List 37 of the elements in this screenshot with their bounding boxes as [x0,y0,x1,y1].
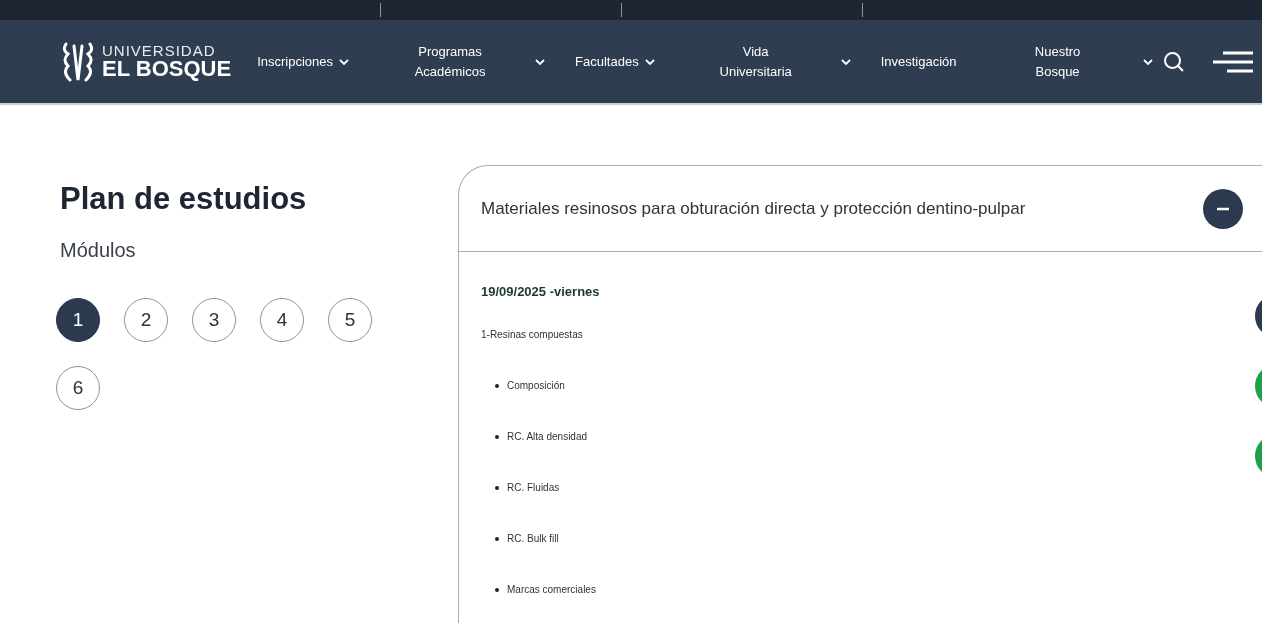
bullet-icon [495,536,499,541]
menu-icon[interactable] [1212,49,1253,74]
chevron-down-icon[interactable] [339,57,350,66]
collapse-button[interactable] [1203,188,1243,229]
chevron-down-icon[interactable] [535,57,546,66]
list-item: RC. Alta densidad [507,431,588,442]
logo-text: UNIVERSIDAD [102,43,217,58]
chevron-down-icon[interactable] [1142,57,1153,66]
module-tab[interactable]: 4 [260,298,304,342]
logo-title: EL BOSQUE [102,58,232,80]
list-item: RC. Bulk fill [507,533,559,544]
list-item: Marcas comerciales [507,584,596,595]
list-item: RC. Fluidas [507,482,560,493]
section-subtitle: Módulos [60,239,137,262]
nav-link[interactable]: Investigación [880,51,957,72]
chevron-down-icon[interactable] [840,57,851,66]
nav-link[interactable]: Vida Universitaria [710,41,801,82]
bullet-icon [495,383,499,388]
module-tab[interactable]: 3 [192,298,236,342]
module-tab[interactable]: 2 [124,298,168,342]
section-title: Plan de estudios [60,181,308,217]
session-date: 19/09/2025 -viernes [481,284,601,299]
bullet-icon [495,485,499,490]
search-icon[interactable] [1162,50,1185,73]
chevron-down-icon[interactable] [644,57,655,66]
nav-link[interactable]: Facultades [575,51,639,72]
module-tab[interactable]: 5 [328,298,372,342]
bullet-icon [495,434,499,439]
nav-link[interactable]: Inscripciones [257,51,334,72]
list-item: Composición [507,380,565,391]
module-tab[interactable]: 6 [56,366,100,410]
bullet-icon [495,587,499,592]
accordion-title[interactable]: Materiales resinosos para obturación directa y protección dentino-pulpar [481,198,1026,219]
topic-text: 1-Resinas compuestas [481,329,584,340]
nav-link[interactable]: Programas Académicos [405,41,496,82]
nav-link[interactable]: Nuestro Bosque [1012,41,1103,82]
module-tab[interactable]: 1 [56,298,100,342]
